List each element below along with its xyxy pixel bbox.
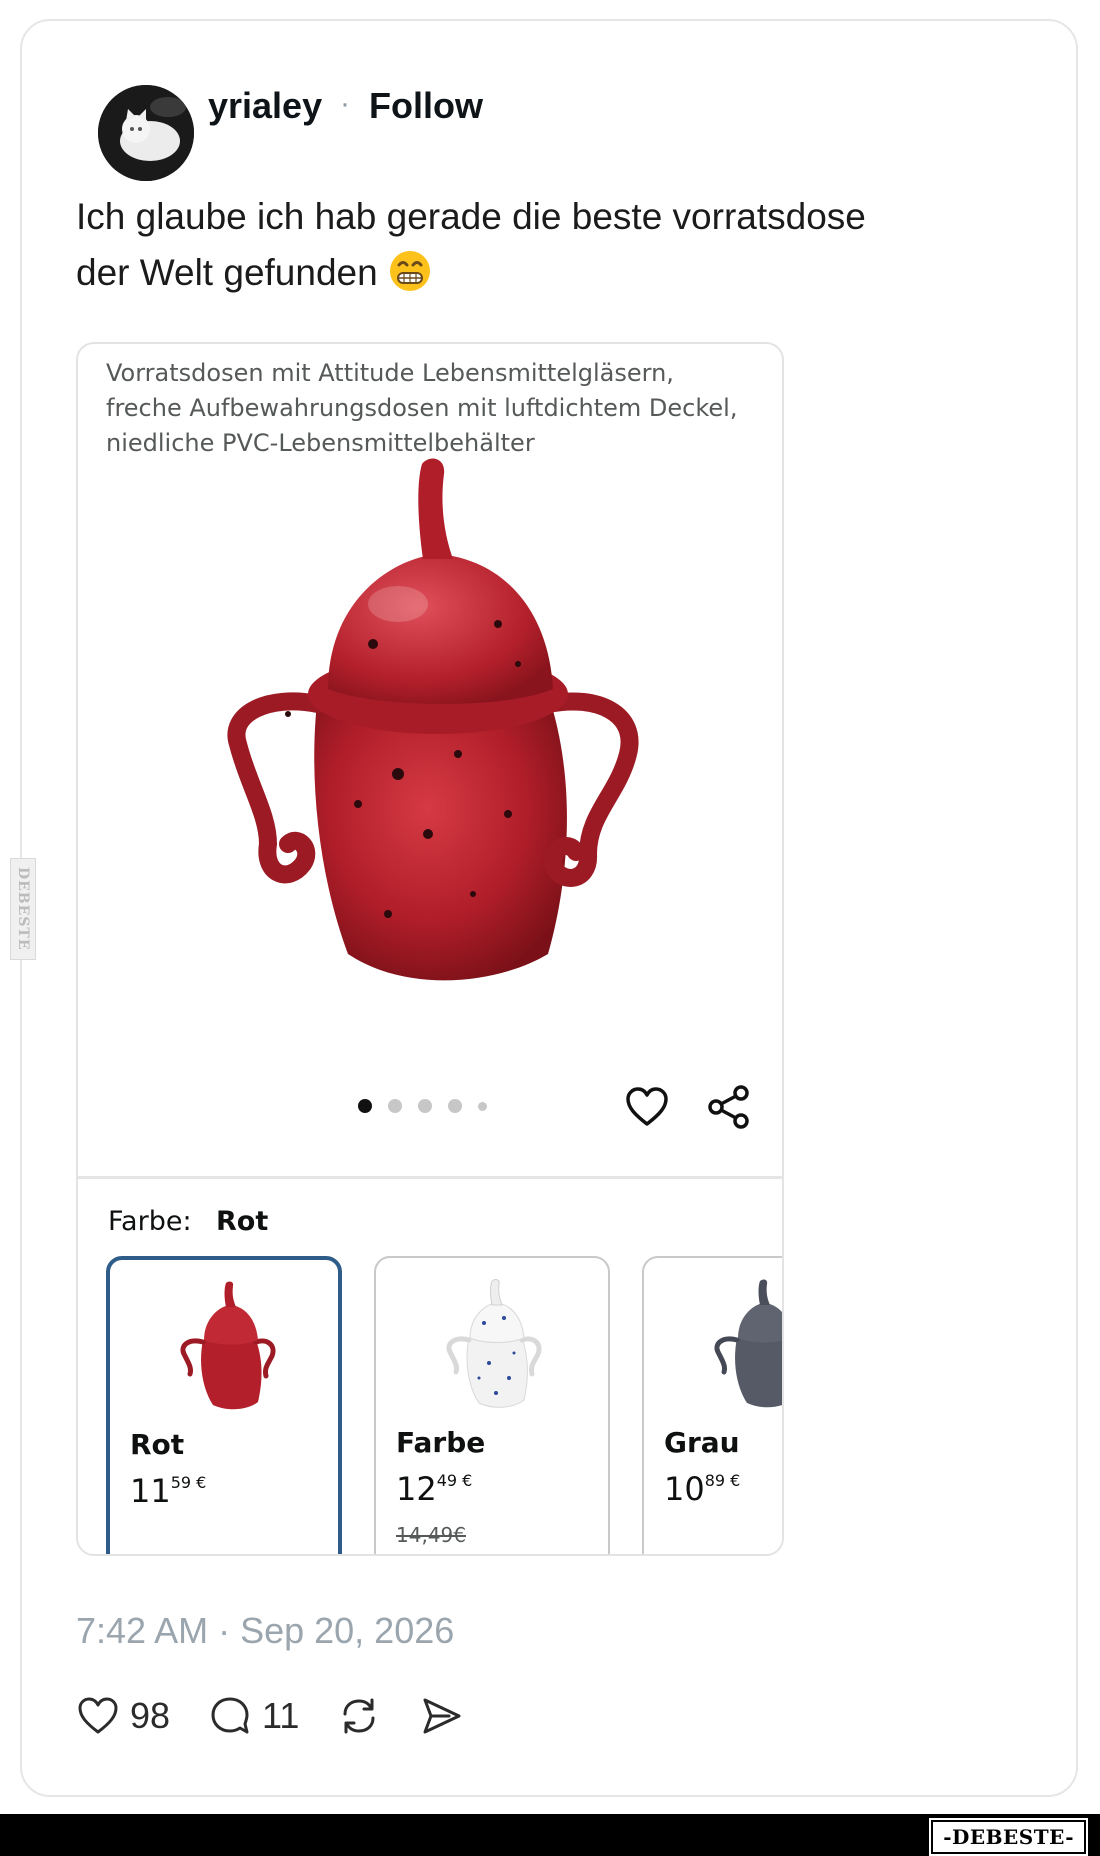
variant-name: Grau bbox=[664, 1426, 740, 1459]
variant-price-main: 12 bbox=[396, 1470, 437, 1508]
like-button[interactable]: 98 bbox=[76, 1694, 170, 1738]
carousel-dot-5[interactable] bbox=[478, 1101, 487, 1111]
variant-price-main: 10 bbox=[664, 1470, 705, 1508]
heart-icon[interactable] bbox=[624, 1084, 670, 1130]
divider bbox=[78, 1176, 782, 1179]
carousel-dot-4[interactable] bbox=[448, 1099, 462, 1113]
variant-name: Farbe bbox=[396, 1426, 486, 1459]
product-embed[interactable]: Vorratsdosen mit Attitude Lebensmittelgl… bbox=[76, 342, 784, 1556]
separator-dot: · bbox=[340, 87, 350, 120]
post-text-line-1: Ich glaube ich hab gerade die beste vorr… bbox=[76, 196, 866, 237]
side-watermark-text: DEBESTE bbox=[15, 867, 31, 951]
like-count: 98 bbox=[130, 1695, 171, 1736]
variant-price-main: 11 bbox=[130, 1472, 171, 1510]
variant-name: Rot bbox=[130, 1428, 185, 1461]
reply-count: 11 bbox=[262, 1695, 300, 1736]
post-card: yrialey · Follow Ich glaube ich hab gera… bbox=[20, 19, 1078, 1797]
carousel-dot-1[interactable] bbox=[358, 1099, 372, 1113]
variant-thumb-gray bbox=[714, 1279, 782, 1408]
send-icon bbox=[423, 1698, 461, 1734]
variant-price: 1249 € bbox=[396, 1470, 472, 1508]
send-button[interactable] bbox=[419, 1694, 463, 1738]
product-image[interactable] bbox=[208, 454, 658, 994]
reply-button[interactable]: 11 bbox=[208, 1694, 299, 1738]
variant-price: 1159 € bbox=[130, 1472, 206, 1510]
variant-price-cents: 59 € bbox=[170, 1473, 207, 1492]
post-timestamp[interactable]: 7:42 AM · Sep 20, 2026 bbox=[76, 1610, 454, 1652]
variant-rot[interactable]: Rot 1159 € bbox=[106, 1256, 342, 1554]
variant-thumb-red bbox=[180, 1281, 276, 1410]
variant-old-price: 14,49€ bbox=[396, 1523, 466, 1547]
variant-price-cents: 89 € bbox=[704, 1471, 741, 1490]
post-text-line-2-text: der Welt gefunden bbox=[76, 252, 378, 293]
debeste-logo: -DEBESTE- bbox=[929, 1818, 1088, 1856]
variant-thumb-white bbox=[446, 1279, 542, 1408]
grinning-face-emoji-icon bbox=[389, 251, 430, 291]
post-text-line-2: der Welt gefunden bbox=[76, 245, 976, 301]
share-icon[interactable] bbox=[706, 1084, 752, 1130]
color-label: Farbe: bbox=[108, 1206, 192, 1237]
repost-button[interactable] bbox=[337, 1694, 381, 1738]
heart-outline-icon bbox=[78, 1697, 118, 1734]
variant-price: 1089 € bbox=[664, 1470, 740, 1508]
follow-button[interactable]: Follow bbox=[369, 85, 483, 127]
cat-avatar-image bbox=[98, 85, 194, 181]
image-carousel-dots[interactable] bbox=[358, 1099, 487, 1113]
username[interactable]: yrialey bbox=[208, 85, 322, 127]
repost-icon bbox=[343, 1698, 375, 1734]
post-text: Ich glaube ich hab gerade die beste vorr… bbox=[76, 189, 976, 301]
variant-grau[interactable]: Grau 1089 € bbox=[642, 1256, 782, 1554]
comment-icon bbox=[211, 1697, 249, 1734]
action-bar: 98 11 bbox=[76, 1694, 501, 1738]
avatar[interactable] bbox=[98, 85, 194, 181]
carousel-dot-2[interactable] bbox=[388, 1099, 402, 1113]
carousel-dot-3[interactable] bbox=[418, 1099, 432, 1113]
bottom-watermark-bar: -DEBESTE- bbox=[0, 1814, 1100, 1856]
side-watermark: DEBESTE bbox=[10, 858, 36, 960]
product-title[interactable]: Vorratsdosen mit Attitude Lebensmittelgl… bbox=[106, 356, 746, 461]
variant-price-cents: 49 € bbox=[436, 1471, 473, 1490]
color-value: Rot bbox=[216, 1206, 269, 1237]
variant-farbe[interactable]: Farbe 1249 € 14,49€ bbox=[374, 1256, 610, 1554]
